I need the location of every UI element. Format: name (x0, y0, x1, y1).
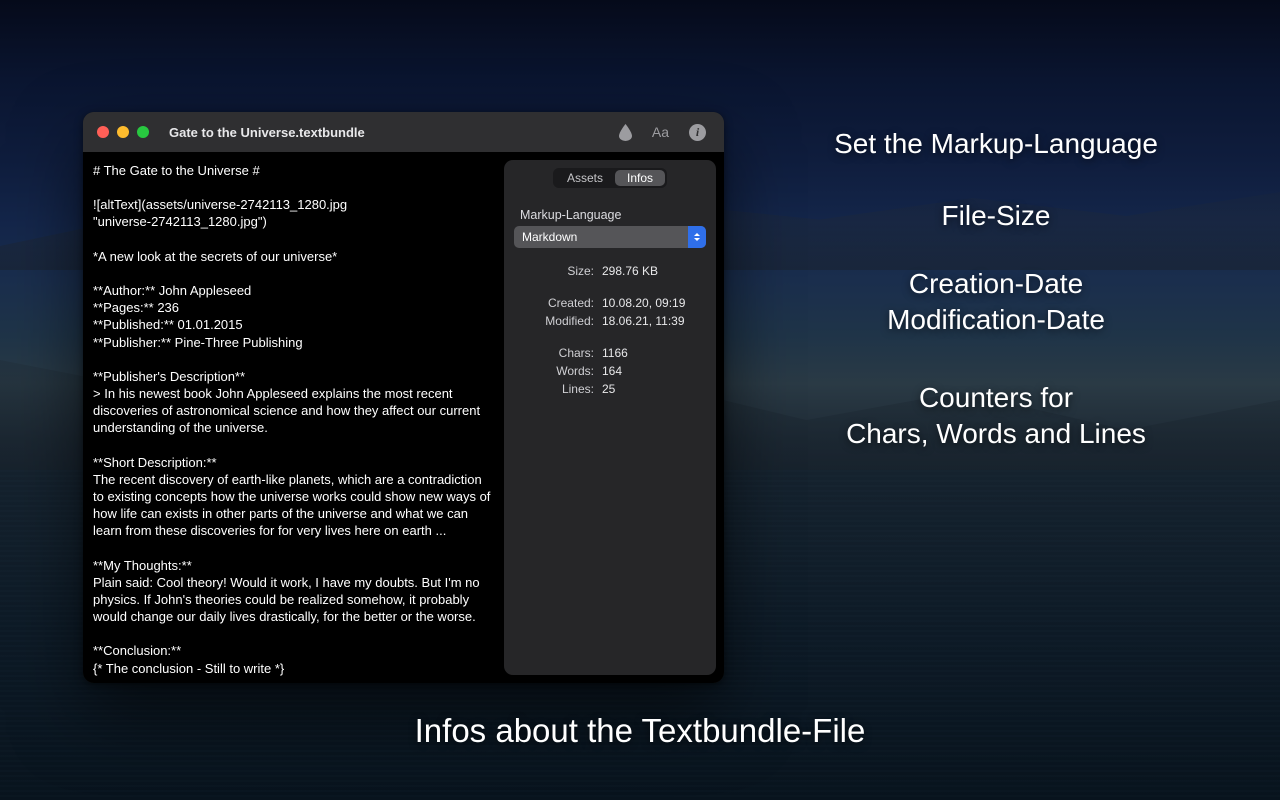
font-icon[interactable]: Aa (652, 124, 669, 140)
markup-language-select[interactable]: Markdown (514, 226, 706, 248)
chars-value: 1166 (602, 346, 700, 360)
info-grid: Size: 298.76 KB Created: 10.08.20, 09:19… (514, 264, 706, 396)
tab-assets[interactable]: Assets (555, 170, 615, 186)
size-label: Size: (520, 264, 594, 278)
close-button[interactable] (97, 126, 109, 138)
inspector-sidebar: Assets Infos Markup-Language Markdown Si… (504, 160, 716, 675)
traffic-lights (97, 126, 149, 138)
modified-label: Modified: (520, 314, 594, 328)
ink-drop-icon[interactable] (619, 124, 632, 141)
toolbar-icons: Aa i (619, 124, 712, 141)
window-title: Gate to the Universe.textbundle (169, 125, 609, 140)
lines-label: Lines: (520, 382, 594, 396)
window-content: # The Gate to the Universe # ![altText](… (83, 152, 724, 683)
size-value: 298.76 KB (602, 264, 700, 278)
modified-value: 18.06.21, 11:39 (602, 314, 700, 328)
markup-language-label: Markup-Language (520, 208, 621, 222)
sidebar-tabs: Assets Infos (553, 168, 667, 188)
annotation-markup: Set the Markup-Language (776, 126, 1216, 162)
words-value: 164 (602, 364, 700, 378)
annotation-dates: Creation-Date Modification-Date (776, 266, 1216, 339)
markup-language-value: Markdown (522, 230, 577, 244)
annotation-counters: Counters for Chars, Words and Lines (776, 380, 1216, 453)
created-value: 10.08.20, 09:19 (602, 296, 700, 310)
editor-textarea[interactable]: # The Gate to the Universe # ![altText](… (83, 152, 504, 683)
maximize-button[interactable] (137, 126, 149, 138)
info-icon[interactable]: i (689, 124, 706, 141)
chevron-updown-icon (688, 226, 706, 248)
tab-infos[interactable]: Infos (615, 170, 665, 186)
minimize-button[interactable] (117, 126, 129, 138)
titlebar[interactable]: Gate to the Universe.textbundle Aa i (83, 112, 724, 152)
caption: Infos about the Textbundle-File (0, 710, 1280, 753)
chars-label: Chars: (520, 346, 594, 360)
words-label: Words: (520, 364, 594, 378)
app-window: Gate to the Universe.textbundle Aa i # T… (83, 112, 724, 683)
annotation-filesize: File-Size (776, 198, 1216, 234)
lines-value: 25 (602, 382, 700, 396)
created-label: Created: (520, 296, 594, 310)
